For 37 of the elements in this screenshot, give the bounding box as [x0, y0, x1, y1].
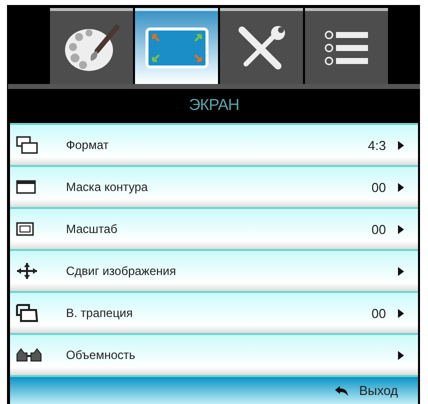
arrow-right-icon: [398, 266, 404, 276]
row-label: Формат: [66, 138, 110, 152]
menu-tab[interactable]: [220, 8, 303, 84]
row-label: Масштаб: [66, 222, 118, 236]
row-value: 00: [372, 306, 386, 320]
arrow-right-icon: [398, 224, 404, 234]
menu-row[interactable]: В. трапеция 00: [10, 291, 418, 333]
overlapping-rectangles-icon: [16, 136, 38, 154]
arrow-right-icon: [398, 350, 404, 360]
menu-row[interactable]: Объемность: [10, 333, 418, 375]
trapezoid-icon: [16, 304, 38, 322]
row-label: Сдвиг изображения: [66, 264, 177, 278]
row-value: 00: [372, 222, 386, 236]
menu-row[interactable]: Маска контура 00: [10, 165, 418, 207]
menu-tab[interactable]: [50, 8, 133, 84]
glasses-icon: [16, 348, 42, 362]
frame-icon: [16, 222, 34, 236]
row-label: В. трапеция: [66, 306, 134, 320]
row-value: 4:3: [368, 138, 386, 152]
row-label: Маска контура: [66, 180, 149, 194]
menu-row[interactable]: Формат 4:3: [10, 123, 418, 165]
exit-button[interactable]: Выход: [335, 383, 398, 398]
menu-row[interactable]: Сдвиг изображения: [10, 249, 418, 291]
window-icon: [16, 180, 36, 194]
menu-title: ЭКРАН: [188, 96, 240, 116]
row-value: 00: [372, 180, 386, 194]
move-arrows-icon: [16, 262, 38, 280]
screen-icon: [144, 26, 208, 68]
list-icon: [324, 30, 370, 66]
arrow-right-icon: [398, 140, 404, 150]
row-label: Объемность: [66, 348, 136, 362]
menu-row[interactable]: Масштаб 00: [10, 207, 418, 249]
return-arrow-icon: [335, 386, 350, 396]
tools-icon: [236, 24, 288, 72]
arrow-right-icon: [398, 182, 404, 192]
menu-tab[interactable]: [305, 8, 388, 84]
arrow-right-icon: [398, 308, 404, 318]
